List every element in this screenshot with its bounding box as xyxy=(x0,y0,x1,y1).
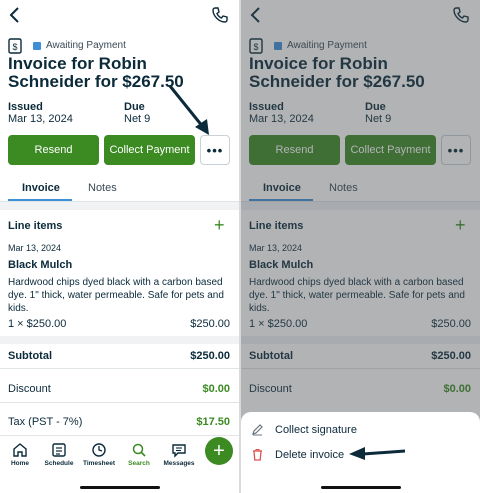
status-label: Awaiting Payment xyxy=(46,40,126,51)
line-item-date: Mar 13, 2024 xyxy=(8,243,62,253)
pointer-arrow-icon xyxy=(168,85,209,135)
nav-home[interactable]: Home xyxy=(0,442,40,467)
collect-payment-button[interactable]: Collect Payment xyxy=(104,135,195,165)
svg-text:$: $ xyxy=(12,42,17,52)
phone-icon[interactable] xyxy=(211,6,229,24)
more-options-button[interactable]: ••• xyxy=(200,135,230,165)
actions-bottom-sheet: Collect signature Delete invoice xyxy=(241,412,480,493)
schedule-icon xyxy=(52,443,66,457)
delete-invoice-option[interactable]: Delete invoice xyxy=(275,449,344,461)
invoice-screen-left: $ Awaiting Payment Invoice for Robin Sch… xyxy=(0,0,239,493)
search-icon xyxy=(132,443,146,457)
invoice-doc-icon: $ xyxy=(8,38,22,54)
line-items-heading: Line items xyxy=(8,220,63,232)
section-gap xyxy=(0,202,239,210)
pointer-arrow-icon xyxy=(349,447,406,460)
discount-label: Discount xyxy=(8,383,51,395)
nav-messages[interactable]: Messages xyxy=(159,442,199,467)
pencil-icon xyxy=(252,424,263,436)
issued-label: Issued xyxy=(8,101,43,113)
bottom-nav: Home Schedule Timesheet Search Messages xyxy=(0,435,239,493)
row-divider xyxy=(0,368,239,369)
tax-value[interactable]: $17.50 xyxy=(196,416,230,428)
due-value: Net 9 xyxy=(124,113,151,125)
nav-search-label: Search xyxy=(128,460,150,467)
invoice-screen-right: $ Awaiting Payment Invoice for Robin Sch… xyxy=(241,0,480,493)
home-indicator xyxy=(80,486,160,489)
nav-timesheet-label: Timesheet xyxy=(82,460,116,467)
tax-label: Tax (PST - 7%) xyxy=(8,416,83,428)
back-arrow-icon[interactable] xyxy=(8,6,22,24)
trash-icon xyxy=(253,448,262,461)
tab-invoice[interactable]: Invoice xyxy=(22,182,60,194)
row-divider xyxy=(0,402,239,403)
page-title: Invoice for Robin Schneider for $267.50 xyxy=(8,54,184,91)
due-label: Due xyxy=(124,101,145,113)
nav-schedule[interactable]: Schedule xyxy=(39,442,79,467)
status-badge: Awaiting Payment xyxy=(33,40,126,51)
home-icon xyxy=(13,443,27,457)
clock-icon xyxy=(92,443,106,457)
line-item-description: Hardwood chips dyed black with a carbon … xyxy=(8,277,224,314)
issued-value: Mar 13, 2024 xyxy=(8,113,73,125)
collect-signature-option[interactable]: Collect signature xyxy=(275,424,357,436)
subtotal-label: Subtotal xyxy=(8,350,52,362)
home-indicator xyxy=(321,486,401,489)
subtotal-value: $250.00 xyxy=(190,350,230,362)
line-item-total: $250.00 xyxy=(190,318,230,330)
create-fab-button[interactable]: + xyxy=(205,437,233,465)
nav-messages-label: Messages xyxy=(163,460,195,467)
line-item-qty-price: 1 × $250.00 xyxy=(8,318,67,330)
status-dot xyxy=(33,41,41,50)
nav-search[interactable]: Search xyxy=(119,442,159,467)
nav-timesheet[interactable]: Timesheet xyxy=(79,442,119,467)
resend-button[interactable]: Resend xyxy=(8,135,99,165)
section-gap xyxy=(0,336,239,344)
nav-home-label: Home xyxy=(10,460,30,467)
messages-icon xyxy=(172,444,186,458)
add-line-item-button[interactable]: + xyxy=(214,216,225,234)
line-item-name: Black Mulch xyxy=(8,259,73,271)
tab-notes[interactable]: Notes xyxy=(88,182,117,194)
discount-value[interactable]: $0.00 xyxy=(202,383,230,395)
nav-schedule-label: Schedule xyxy=(44,460,74,467)
